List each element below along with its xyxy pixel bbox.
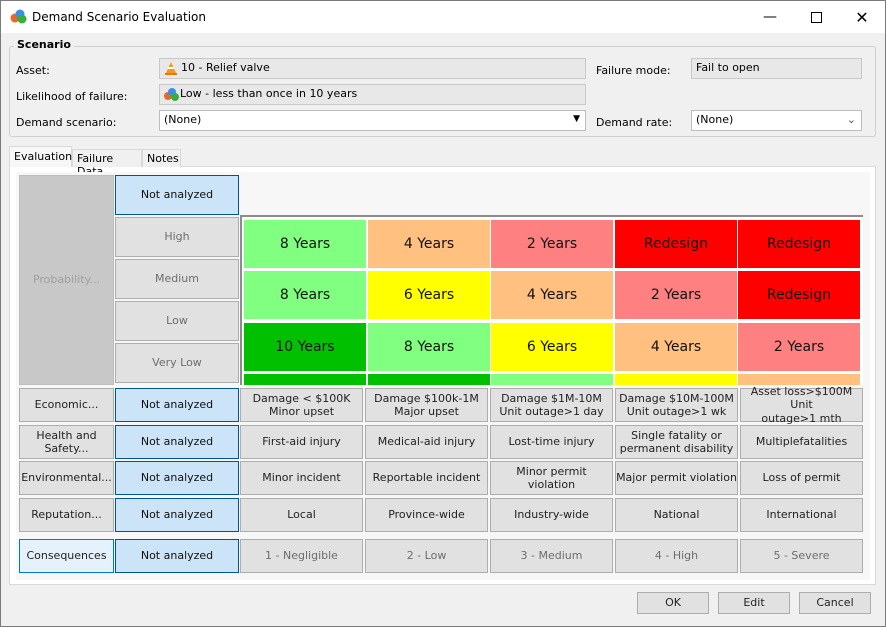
health-and-safety-button[interactable]: Health and Safety... xyxy=(19,425,114,459)
risk-cell[interactable]: 6 Years xyxy=(491,323,613,371)
risk-cell[interactable] xyxy=(491,374,613,385)
dropdown-arrow-icon: ▼ xyxy=(573,114,580,124)
ok-button[interactable]: OK xyxy=(637,592,709,614)
risk-cell[interactable]: 6 Years xyxy=(368,271,490,319)
window-title: Demand Scenario Evaluation xyxy=(32,10,206,24)
demand-scenario-combo[interactable]: (None) ▼ xyxy=(159,110,586,131)
scenario-group-label: Scenario xyxy=(14,38,74,51)
environmental-status: Not analyzed xyxy=(115,461,239,495)
consequence-cell[interactable]: Reportable incident xyxy=(365,461,488,495)
risk-cell[interactable]: 10 Years xyxy=(244,323,366,371)
risk-cell[interactable]: 4 Years xyxy=(491,271,613,319)
likelihood-field: Low - less than once in 10 years xyxy=(159,84,586,105)
risk-cell[interactable]: 8 Years xyxy=(244,271,366,319)
asset-field: 10 - Relief valve xyxy=(159,58,586,79)
consequence-cell[interactable]: Minor permit violation xyxy=(490,461,613,495)
severity-level-5[interactable]: 5 - Severe xyxy=(740,539,863,573)
traffic-cone-icon xyxy=(165,62,177,75)
consequence-cell[interactable]: First-aid injury xyxy=(240,425,363,459)
maximize-button[interactable] xyxy=(793,1,839,33)
consequence-cell[interactable]: Multiplefatalities xyxy=(740,425,863,459)
economic-button[interactable]: Economic... xyxy=(19,388,114,422)
risk-cell[interactable] xyxy=(615,374,737,385)
likelihood-value: Low - less than once in 10 years xyxy=(180,87,358,100)
risk-cell[interactable]: 8 Years xyxy=(368,323,490,371)
environmental-button[interactable]: Environmental... xyxy=(19,461,114,495)
failure-mode-label: Failure mode: xyxy=(596,64,671,77)
consequence-cell[interactable]: Damage $10M-100M Unit outage>1 wk xyxy=(615,388,738,422)
consequence-cell[interactable]: International xyxy=(740,498,863,532)
probability-level-medium[interactable]: Medium xyxy=(115,259,239,299)
reputation-status: Not analyzed xyxy=(115,498,239,532)
risk-cell[interactable] xyxy=(368,374,490,385)
app-icon xyxy=(10,9,27,24)
demand-scenario-value: (None) xyxy=(164,113,202,126)
consequence-cell[interactable]: Major permit violation xyxy=(615,461,738,495)
probability-level-low[interactable]: Low xyxy=(115,301,239,341)
severity-level-4[interactable]: 4 - High xyxy=(615,539,738,573)
risk-cell[interactable]: 8 Years xyxy=(244,220,366,268)
severity-level-1[interactable]: 1 - Negligible xyxy=(240,539,363,573)
risk-cell[interactable]: Redesign xyxy=(615,220,737,268)
demand-scenario-label: Demand scenario: xyxy=(16,116,117,129)
demand-rate-label: Demand rate: xyxy=(596,116,673,129)
consequence-cell[interactable]: Minor incident xyxy=(240,461,363,495)
probability-level-high[interactable]: High xyxy=(115,217,239,257)
consequence-cell[interactable]: Damage $100k-1M Major upset xyxy=(365,388,488,422)
consequence-cell[interactable]: Damage $1M-10M Unit outage>1 day xyxy=(490,388,613,422)
consequence-cell[interactable]: Damage < $100K Minor upset xyxy=(240,388,363,422)
consequence-cell[interactable]: Asset loss>$100M Unit outage>1 mth xyxy=(740,385,863,425)
chevron-down-icon: ⌄ xyxy=(846,113,856,126)
consequence-cell[interactable]: Medical-aid injury xyxy=(365,425,488,459)
consequence-cell[interactable]: Single fatality or permanent disability xyxy=(615,425,738,459)
close-button[interactable]: ✕ xyxy=(839,1,885,33)
cancel-button[interactable]: Cancel xyxy=(799,592,871,614)
asset-value: 10 - Relief valve xyxy=(181,61,270,74)
minimize-button[interactable]: — xyxy=(747,1,793,33)
consequences-status: Not analyzed xyxy=(115,539,239,573)
tab-notes[interactable]: Notes xyxy=(142,149,181,167)
tab-failure-data[interactable]: Failure Data xyxy=(72,149,142,178)
risk-cell[interactable]: 2 Years xyxy=(615,271,737,319)
risk-cell[interactable]: 4 Years xyxy=(615,323,737,371)
likelihood-icon xyxy=(164,88,179,101)
risk-cell[interactable]: 2 Years xyxy=(738,323,860,371)
consequence-cell[interactable]: Local xyxy=(240,498,363,532)
tab-evaluation[interactable]: Evaluation xyxy=(9,146,72,167)
risk-cell[interactable] xyxy=(244,374,366,385)
consequence-cell[interactable]: Loss of permit xyxy=(740,461,863,495)
failure-mode-value: Fail to open xyxy=(696,61,760,74)
economic-status: Not analyzed xyxy=(115,388,239,422)
consequence-cell[interactable]: Lost-time injury xyxy=(490,425,613,459)
health-and-safety-status: Not analyzed xyxy=(115,425,239,459)
risk-cell[interactable] xyxy=(738,374,860,385)
maximize-icon xyxy=(810,11,822,23)
demand-rate-combo[interactable]: (None) ⌄ xyxy=(691,110,862,131)
risk-cell[interactable]: Redesign xyxy=(738,271,860,319)
severity-level-2[interactable]: 2 - Low xyxy=(365,539,488,573)
demand-rate-value: (None) xyxy=(696,113,734,126)
consequence-cell[interactable]: Industry-wide xyxy=(490,498,613,532)
consequences-button[interactable]: Consequences xyxy=(19,539,114,573)
probability-button[interactable]: Probability... xyxy=(19,175,114,385)
edit-button[interactable]: Edit xyxy=(718,592,790,614)
probability-status: Not analyzed xyxy=(115,175,239,215)
risk-cell[interactable]: 4 Years xyxy=(368,220,490,268)
consequence-cell[interactable]: National xyxy=(615,498,738,532)
title-bar: Demand Scenario Evaluation — ✕ xyxy=(1,1,885,33)
reputation-button[interactable]: Reputation... xyxy=(19,498,114,532)
failure-mode-field: Fail to open xyxy=(691,58,862,79)
severity-level-3[interactable]: 3 - Medium xyxy=(490,539,613,573)
risk-cell[interactable]: 2 Years xyxy=(491,220,613,268)
consequence-cell[interactable]: Province-wide xyxy=(365,498,488,532)
risk-cell[interactable]: Redesign xyxy=(738,220,860,268)
probability-level-very-low[interactable]: Very Low xyxy=(115,343,239,383)
likelihood-label: Likelihood of failure: xyxy=(16,90,128,103)
asset-label: Asset: xyxy=(16,64,50,77)
risk-matrix: 8 Years 4 Years 2 Years Redesign Redesign 8 Y… xyxy=(240,215,863,385)
